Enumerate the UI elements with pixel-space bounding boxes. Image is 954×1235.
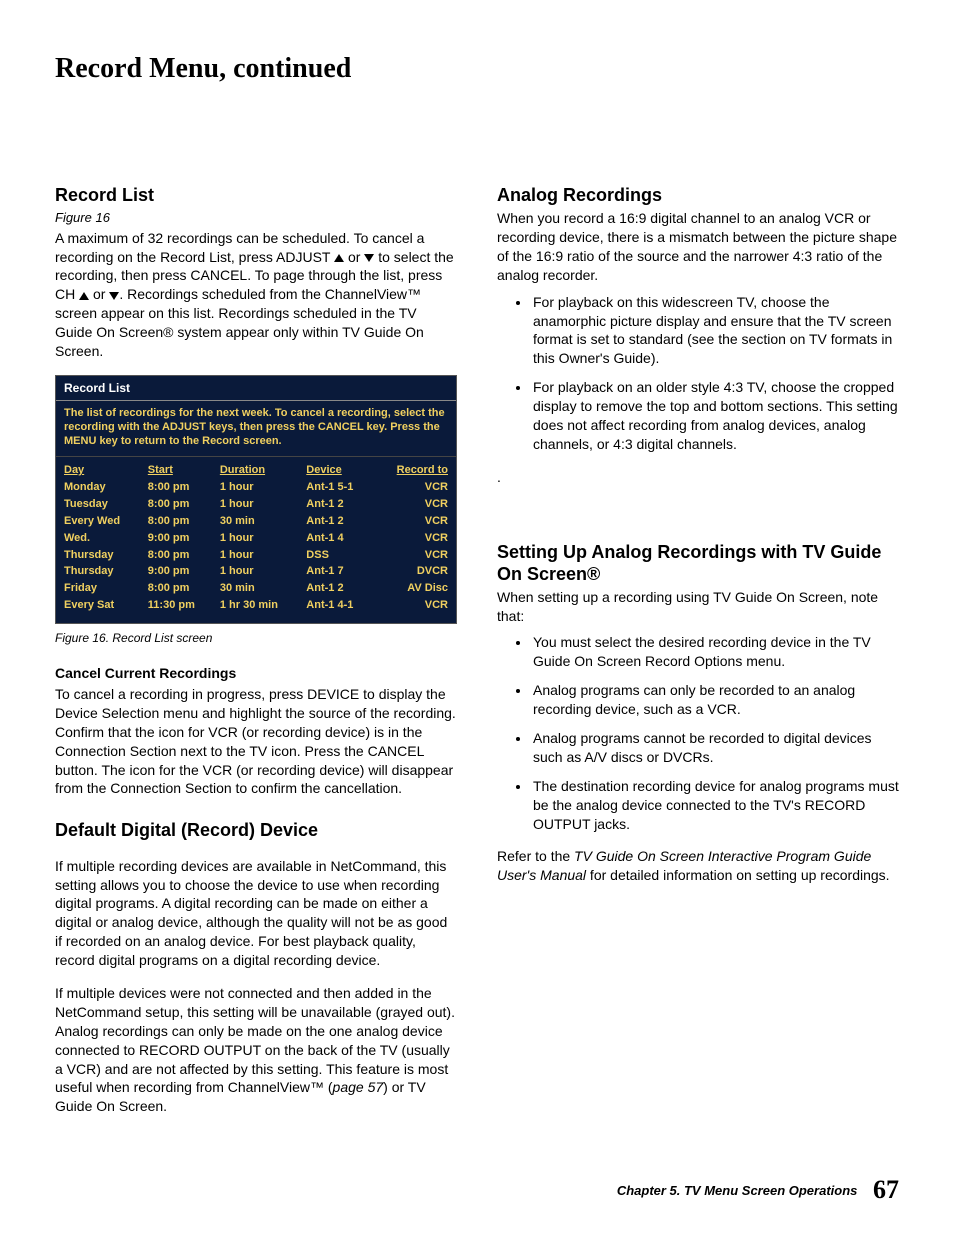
table-cell: 1 hour (216, 563, 302, 580)
table-cell: VCR (374, 496, 452, 513)
table-cell: Ant-1 7 (302, 563, 374, 580)
page-title: Record Menu, continued (55, 50, 899, 88)
table-cell: 8:00 pm (144, 547, 216, 564)
text: Refer to the (497, 848, 574, 864)
page-footer: Chapter 5. TV Menu Screen Operations 67 (55, 1172, 899, 1207)
table-row: Wed.9:00 pm1 hourAnt-1 4VCR (60, 530, 452, 547)
table-cell: Ant-1 2 (302, 513, 374, 530)
table-cell: Ant-1 4 (302, 530, 374, 547)
triangle-down-icon (109, 292, 119, 300)
text: or (344, 249, 364, 265)
table-cell: Ant-1 4-1 (302, 597, 374, 619)
chapter-label: Chapter 5. TV Menu Screen Operations (617, 1183, 858, 1198)
setup-analog-heading: Setting Up Analog Recordings with TV Gui… (497, 541, 899, 586)
table-cell: Monday (60, 479, 144, 496)
list-item: Analog programs can only be recorded to … (531, 681, 899, 719)
record-list-screenshot: Record List The list of recordings for t… (55, 375, 457, 624)
triangle-up-icon (334, 254, 344, 262)
col-device: Device (302, 457, 374, 479)
table-cell: Ant-1 2 (302, 496, 374, 513)
record-list-box-title: Record List (56, 376, 456, 401)
table-cell: DVCR (374, 563, 452, 580)
table-row: Every Wed8:00 pm30 minAnt-1 2VCR (60, 513, 452, 530)
table-row: Every Sat11:30 pm1 hr 30 minAnt-1 4-1VCR (60, 597, 452, 619)
stray-dot: . (497, 468, 899, 487)
table-cell: DSS (302, 547, 374, 564)
triangle-up-icon (79, 292, 89, 300)
table-cell: Every Sat (60, 597, 144, 619)
table-row: Thursday9:00 pm1 hourAnt-1 7DVCR (60, 563, 452, 580)
table-cell: 9:00 pm (144, 563, 216, 580)
table-cell: VCR (374, 597, 452, 619)
two-column-layout: Record List Figure 16 A maximum of 32 re… (55, 183, 899, 1130)
table-cell: 1 hour (216, 530, 302, 547)
col-day: Day (60, 457, 144, 479)
text: or (89, 286, 109, 302)
page-reference: page 57 (333, 1079, 384, 1095)
table-header-row: Day Start Duration Device Record to (60, 457, 452, 479)
triangle-down-icon (364, 254, 374, 262)
analog-bullet-list: For playback on this widescreen TV, choo… (497, 293, 899, 454)
table-cell: 30 min (216, 513, 302, 530)
list-item: For playback on an older style 4:3 TV, c… (531, 378, 899, 454)
default-device-para1: If multiple recording devices are availa… (55, 857, 457, 970)
table-cell: VCR (374, 530, 452, 547)
table-cell: Friday (60, 580, 144, 597)
table-cell: AV Disc (374, 580, 452, 597)
list-item: The destination recording device for ana… (531, 777, 899, 834)
text: for detailed information on setting up r… (586, 867, 890, 883)
setup-reference: Refer to the TV Guide On Screen Interact… (497, 847, 899, 885)
table-cell: Wed. (60, 530, 144, 547)
analog-recordings-heading: Analog Recordings (497, 183, 899, 207)
table-cell: 11:30 pm (144, 597, 216, 619)
record-list-paragraph: A maximum of 32 recordings can be schedu… (55, 229, 457, 361)
list-item: You must select the desired recording de… (531, 633, 899, 671)
table-cell: 30 min (216, 580, 302, 597)
table-row: Friday8:00 pm30 minAnt-1 2AV Disc (60, 580, 452, 597)
default-device-para2: If multiple devices were not connected a… (55, 984, 457, 1116)
table-cell: VCR (374, 547, 452, 564)
default-device-heading: Default Digital (Record) Device (55, 818, 457, 842)
table-cell: 8:00 pm (144, 479, 216, 496)
table-cell: 1 hour (216, 547, 302, 564)
table-cell: VCR (374, 513, 452, 530)
table-cell: Ant-1 5-1 (302, 479, 374, 496)
table-cell: Thursday (60, 547, 144, 564)
table-cell: 1 hour (216, 479, 302, 496)
cancel-recordings-heading: Cancel Current Recordings (55, 664, 457, 683)
table-row: Monday8:00 pm1 hourAnt-1 5-1VCR (60, 479, 452, 496)
table-cell: 1 hr 30 min (216, 597, 302, 619)
col-record-to: Record to (374, 457, 452, 479)
right-column: Analog Recordings When you record a 16:9… (497, 183, 899, 1130)
figure-caption: Figure 16. Record List screen (55, 630, 457, 646)
page-number: 67 (873, 1175, 899, 1204)
left-column: Record List Figure 16 A maximum of 32 re… (55, 183, 457, 1130)
figure-reference: Figure 16 (55, 209, 457, 227)
cancel-recordings-paragraph: To cancel a recording in progress, press… (55, 685, 457, 798)
table-cell: Every Wed (60, 513, 144, 530)
table-cell: 8:00 pm (144, 580, 216, 597)
record-list-heading: Record List (55, 183, 457, 207)
table-cell: VCR (374, 479, 452, 496)
table-cell: Ant-1 2 (302, 580, 374, 597)
table-cell: Thursday (60, 563, 144, 580)
table-cell: 8:00 pm (144, 513, 216, 530)
table-row: Thursday8:00 pm1 hourDSSVCR (60, 547, 452, 564)
list-item: Analog programs cannot be recorded to di… (531, 729, 899, 767)
table-cell: 1 hour (216, 496, 302, 513)
table-row: Tuesday8:00 pm1 hourAnt-1 2VCR (60, 496, 452, 513)
col-start: Start (144, 457, 216, 479)
table-cell: 8:00 pm (144, 496, 216, 513)
col-duration: Duration (216, 457, 302, 479)
setup-intro: When setting up a recording using TV Gui… (497, 588, 899, 626)
table-cell: Tuesday (60, 496, 144, 513)
setup-bullet-list: You must select the desired recording de… (497, 633, 899, 833)
record-list-box-instructions: The list of recordings for the next week… (56, 401, 456, 457)
analog-recordings-paragraph: When you record a 16:9 digital channel t… (497, 209, 899, 285)
record-list-table: Day Start Duration Device Record to Mond… (60, 457, 452, 619)
table-cell: 9:00 pm (144, 530, 216, 547)
list-item: For playback on this widescreen TV, choo… (531, 293, 899, 369)
